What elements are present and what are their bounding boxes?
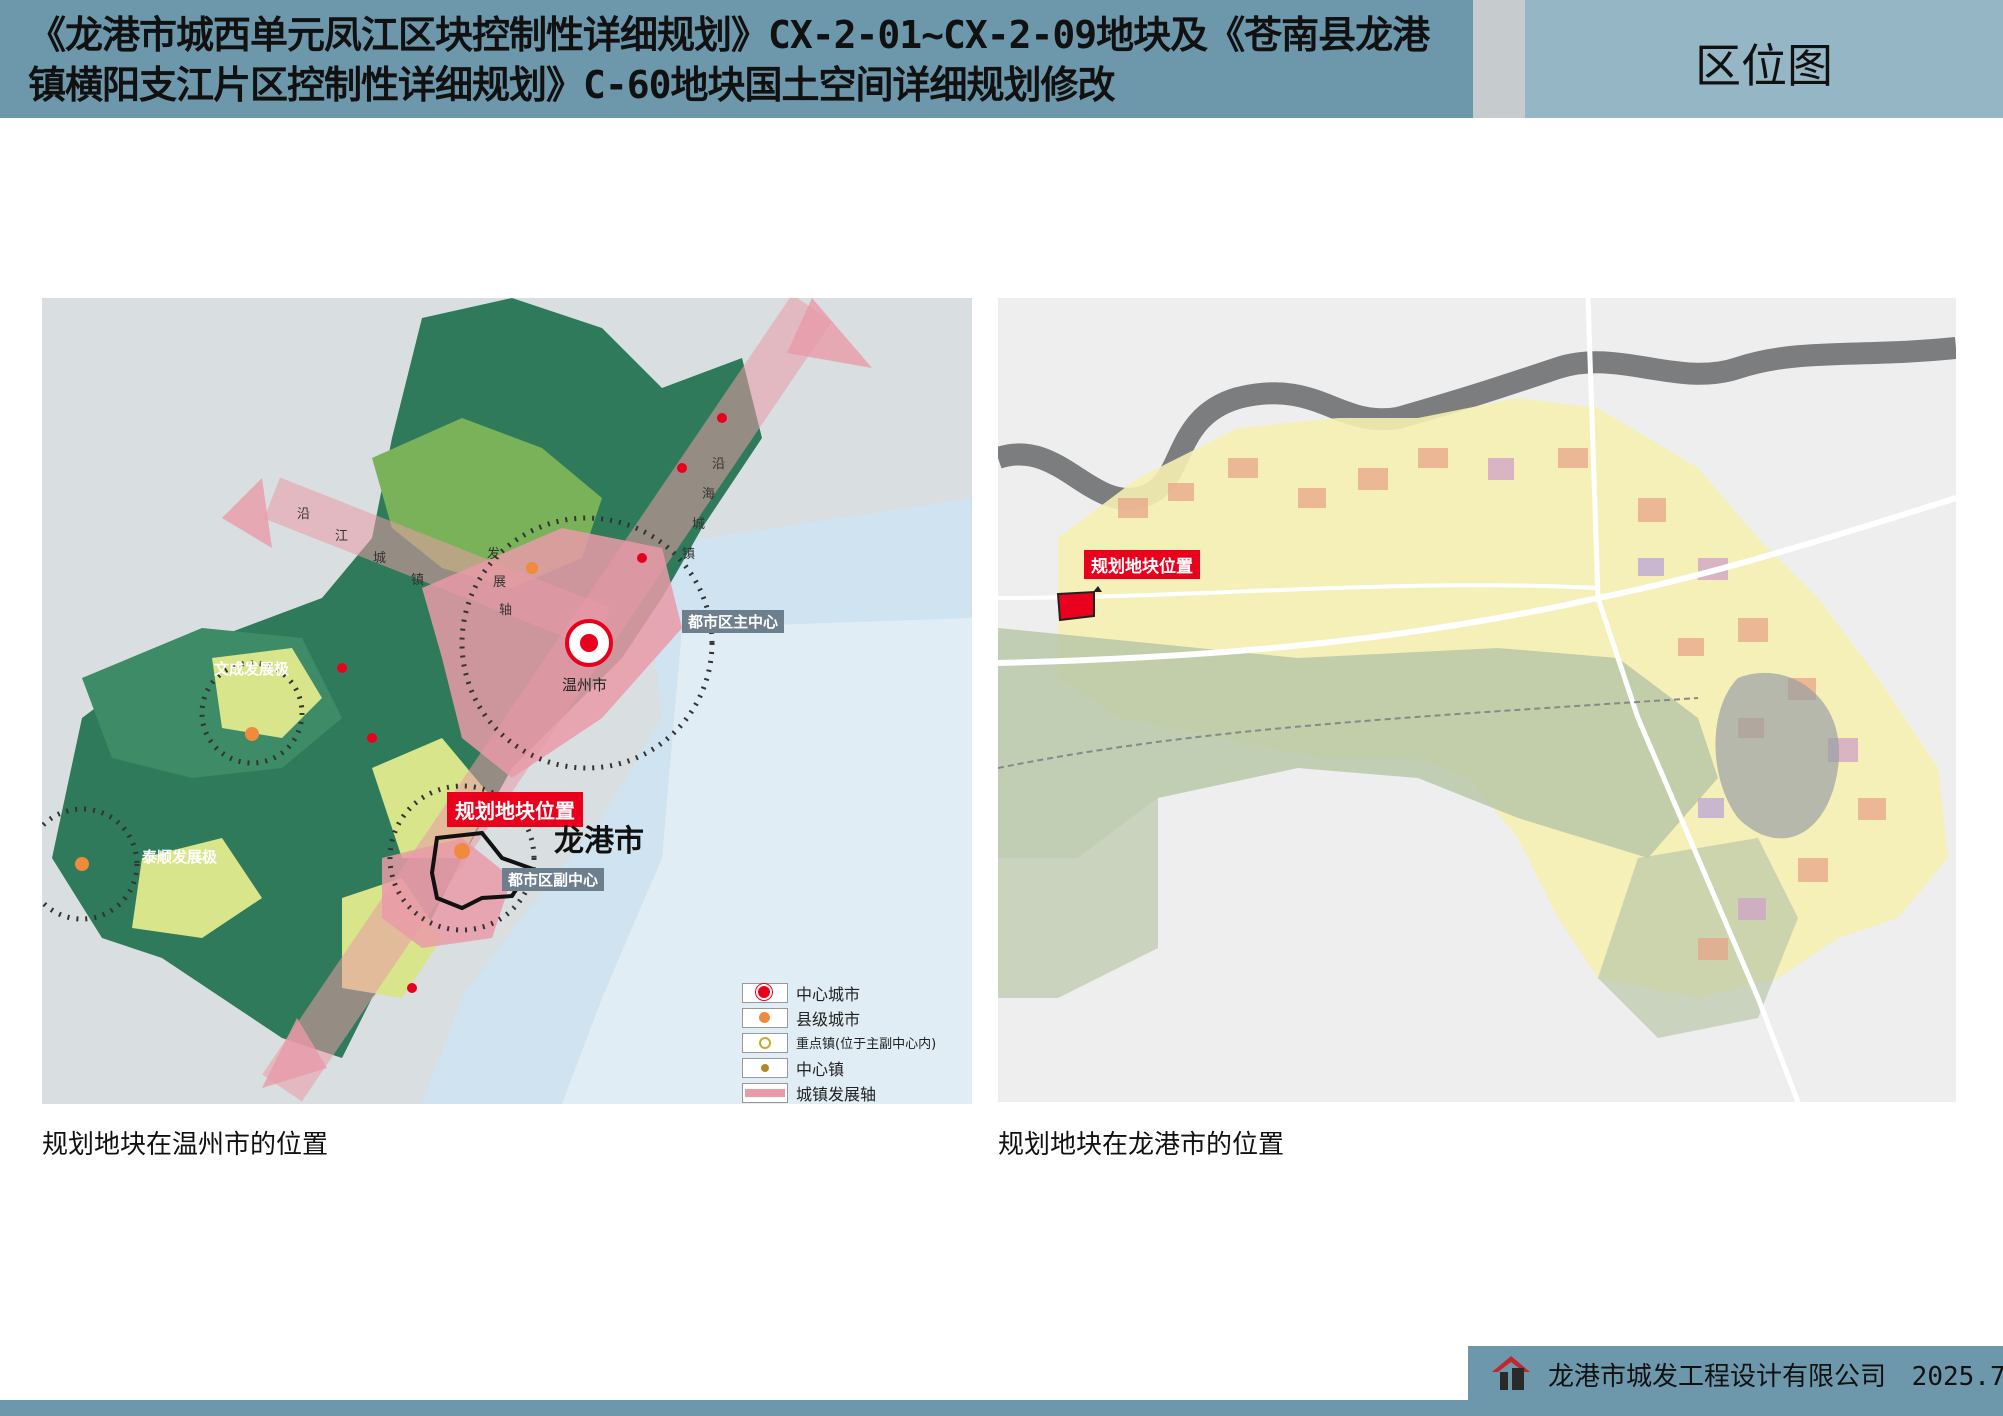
header-bar: 《龙港市城西单元凤江区块控制性详细规划》CX-2-01~CX-2-09地块及《苍… (0, 0, 1473, 118)
longgang-map-svg (998, 298, 1956, 1102)
label-longgang-city: 龙港市 (554, 824, 644, 859)
caption-wenzhou: 规划地块在温州市的位置 (42, 1130, 329, 1160)
axis-char: 沿 (297, 507, 311, 522)
company-logo-icon (1490, 1354, 1532, 1392)
legend-item: 县级城市 (742, 1005, 962, 1030)
section-header: 区位图 (1525, 0, 2003, 118)
footer-bar (0, 1400, 2003, 1416)
legend-item: 中心镇 (742, 1055, 962, 1080)
key-town-ring-icon (742, 1032, 788, 1053)
footer-company-box: 龙港市城发工程设计有限公司 2025.7 (1468, 1346, 2003, 1400)
label-wenzhou: 温州市 (562, 676, 608, 694)
axis-char: 城 (373, 551, 387, 566)
axis-char: 城 (692, 517, 706, 532)
wenzhou-location-map: 规划地块位置 龙港市 都市区主中心 都市区副中心 温州市 文成发展极 泰顺发展极… (42, 298, 972, 1104)
footer-date: 2025.7 (1911, 1362, 2003, 1392)
legend-label: 重点镇(位于主副中心内) (796, 1037, 937, 1052)
caption-longgang: 规划地块在龙港市的位置 (998, 1130, 1285, 1160)
central-city-symbol-icon (742, 982, 788, 1003)
legend-item: 城镇发展轴 (742, 1080, 962, 1104)
footer-text: 龙港市城发工程设计有限公司 2025.7 (1548, 1356, 2003, 1393)
axis-char: 沿 (712, 457, 726, 472)
label-wencheng-axis: 文成发展极 (214, 660, 290, 678)
axis-char: 发 (487, 547, 501, 562)
map-legend: 中心城市 县级城市 重点镇(位于主副中心内) 中心镇 城镇发展轴 (742, 980, 962, 1104)
legend-label: 中心镇 (796, 1059, 845, 1079)
central-town-dot-icon (742, 1057, 788, 1078)
longgang-location-map: 规划地块位置 (998, 298, 1956, 1102)
label-sub-center: 都市区副中心 (502, 868, 605, 891)
section-title: 区位图 (1695, 39, 1833, 93)
label-taishun-axis: 泰顺发展极 (142, 848, 218, 866)
plot-site-marker (1056, 590, 1095, 622)
document-title: 《龙港市城西单元凤江区块控制性详细规划》CX-2-01~CX-2-09地块及《苍… (28, 13, 1430, 107)
axis-char: 镇 (682, 547, 696, 562)
county-city-dot-icon (742, 1007, 788, 1028)
legend-label: 县级城市 (796, 1009, 861, 1029)
axis-char: 镇 (411, 573, 425, 588)
axis-char: 轴 (499, 603, 513, 618)
legend-label: 中心城市 (796, 984, 861, 1004)
axis-char: 江 (335, 529, 349, 544)
label-main-center: 都市区主中心 (682, 610, 785, 633)
development-axis-bar-icon (742, 1082, 788, 1103)
callout-plot-location-city: 规划地块位置 (1084, 550, 1200, 579)
legend-item: 重点镇(位于主副中心内) (742, 1030, 962, 1055)
header-divider (1473, 0, 1525, 118)
company-name: 龙港市城发工程设计有限公司 (1548, 1362, 1887, 1392)
axis-char: 展 (493, 575, 507, 590)
legend-item: 中心城市 (742, 980, 962, 1005)
callout-plot-text: 规划地块位置 (1091, 557, 1193, 577)
legend-label: 城镇发展轴 (796, 1084, 877, 1104)
axis-char: 海 (702, 487, 716, 502)
